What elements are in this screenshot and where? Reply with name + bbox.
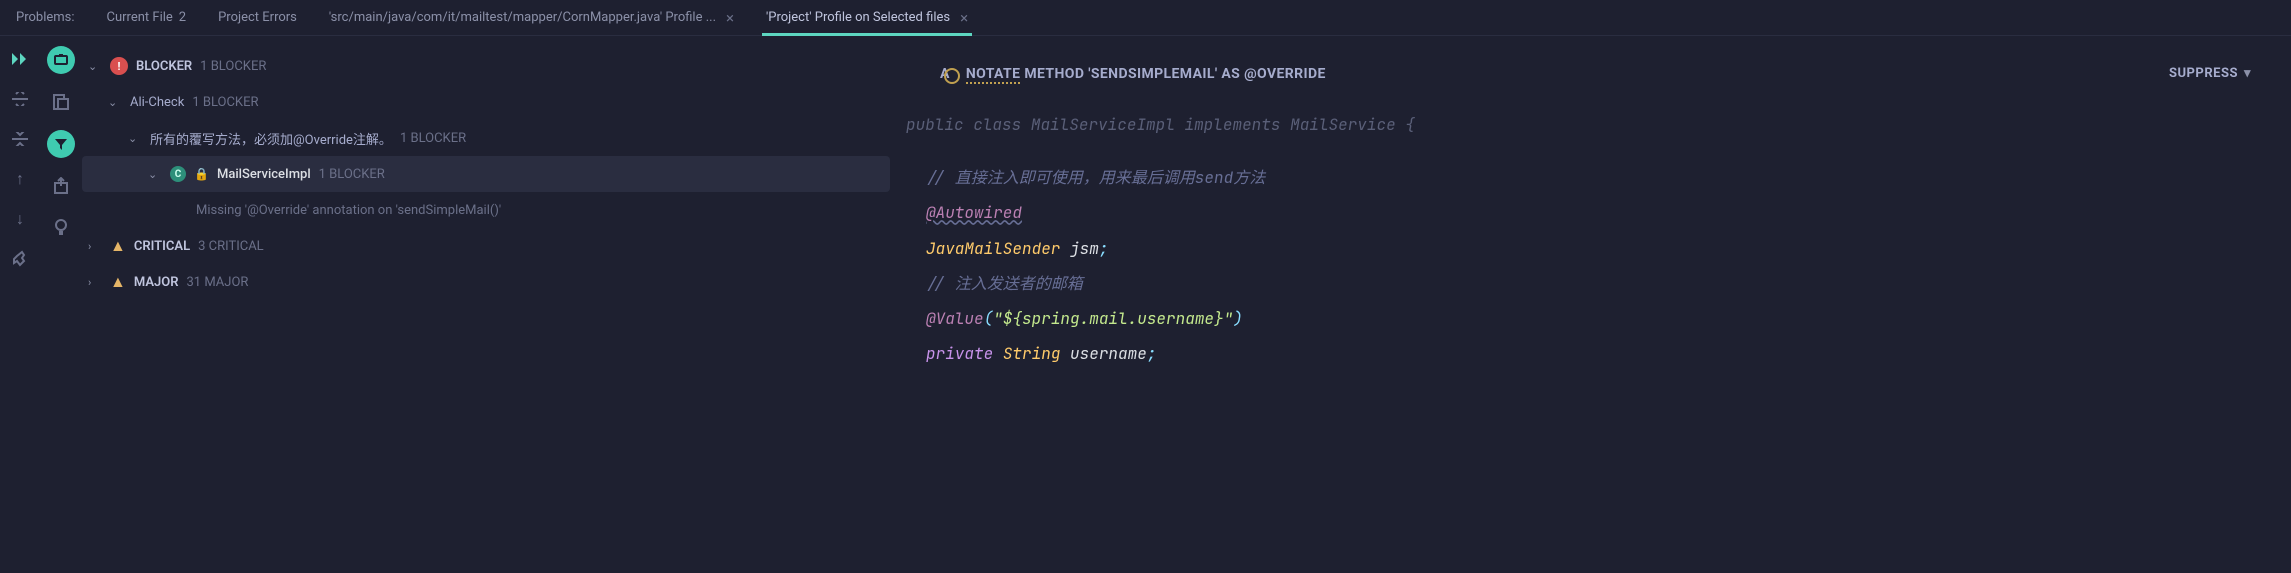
tree-node-critical[interactable]: › ▲ CRITICAL 3 CRITICAL	[82, 228, 890, 264]
tab-label: Problems:	[16, 10, 75, 25]
punct: ;	[1099, 238, 1109, 259]
suppress-button[interactable]: SUPPRESS	[2161, 62, 2259, 85]
filter-gutter	[40, 36, 82, 573]
node-label: CRITICAL	[134, 239, 190, 254]
close-icon[interactable]: ×	[960, 9, 968, 27]
punct: )	[1233, 308, 1243, 329]
chevron-right-icon: ›	[88, 240, 102, 253]
type: JavaMailSender	[926, 238, 1060, 259]
cls: MailServiceImpl	[1031, 114, 1175, 135]
file-tree-icon[interactable]	[47, 88, 75, 116]
node-count: 3 CRITICAL	[198, 239, 264, 254]
expand-all-icon[interactable]	[9, 88, 31, 110]
punct: ;	[1147, 343, 1157, 364]
export-icon[interactable]	[47, 172, 75, 200]
chevron-right-icon: ›	[88, 276, 102, 289]
node-label: 所有的覆写方法，必须加@Override注解。	[150, 129, 392, 148]
close-icon[interactable]: ×	[726, 9, 734, 27]
label-part: NOTATE	[966, 66, 1021, 82]
type: String	[1003, 343, 1061, 364]
annotation: @Autowired	[926, 202, 1022, 223]
critical-icon: ▲	[110, 236, 126, 256]
node-count: 31 MAJOR	[186, 275, 248, 290]
next-icon[interactable]: ↓	[9, 208, 31, 230]
identifier: username	[1060, 343, 1146, 364]
editor-panel: ANOTATE METHOD 'SENDSIMPLEMAIL' AS @OVER…	[890, 36, 2291, 573]
label-part: METHOD 'SENDSIMPLEMAIL' AS @OVERRIDE	[1024, 66, 1325, 82]
kw: class	[973, 114, 1021, 135]
chevron-down-icon: ⌄	[88, 60, 102, 73]
tree-node-alicheck[interactable]: ⌄ Ali-Check 1 BLOCKER	[82, 84, 890, 120]
settings-icon[interactable]	[9, 248, 31, 270]
node-count: 1 BLOCKER	[200, 59, 266, 74]
node-label: BLOCKER	[136, 59, 192, 74]
tree-leaf-issue[interactable]: Missing '@Override' annotation on 'sendS…	[82, 192, 890, 228]
button-label: SUPPRESS	[2169, 66, 2238, 81]
tree-node-rule[interactable]: ⌄ 所有的覆写方法，必须加@Override注解。 1 BLOCKER	[82, 120, 890, 156]
bulb-icon[interactable]	[47, 214, 75, 242]
chevron-down-icon: ⌄	[148, 168, 162, 181]
identifier: jsm	[1060, 238, 1098, 259]
keyword: private	[926, 343, 993, 364]
punct: (	[984, 308, 994, 329]
comment: // 直接注入即可使用，用来最后调用send方法	[926, 167, 1265, 188]
search-icon	[944, 68, 960, 84]
filter-icon[interactable]	[47, 130, 75, 158]
tree-node-blocker[interactable]: ⌄ ! BLOCKER 1 BLOCKER	[82, 48, 890, 84]
annotation: @Value	[926, 308, 984, 329]
class-icon: C	[170, 166, 186, 182]
lock-icon: 🔒	[194, 167, 209, 181]
kw: implements	[1184, 114, 1280, 135]
tab-problems[interactable]: Problems:	[12, 0, 79, 35]
string: "${spring.mail.username}"	[993, 308, 1233, 329]
cls: MailService {	[1290, 114, 1415, 135]
node-count: 1 BLOCKER	[192, 95, 258, 110]
node-label: MAJOR	[134, 275, 179, 290]
code-preview: public class MailServiceImpl implements …	[890, 107, 2291, 371]
rerun-icon[interactable]	[9, 48, 31, 70]
tab-project-errors[interactable]: Project Errors	[214, 0, 301, 35]
major-icon: ▲	[110, 272, 126, 292]
chevron-down-icon: ⌄	[128, 132, 142, 145]
action-gutter: ↑ ↓	[0, 36, 40, 573]
prev-icon[interactable]: ↑	[9, 168, 31, 190]
tree-node-major[interactable]: › ▲ MAJOR 31 MAJOR	[82, 264, 890, 300]
collapse-all-icon[interactable]	[9, 128, 31, 150]
chevron-down-icon: ⌄	[108, 96, 122, 109]
kw: public	[906, 114, 964, 135]
tab-label: 'Project' Profile on Selected files	[766, 10, 950, 25]
comment: // 注入发送者的邮箱	[926, 273, 1083, 294]
tab-profile-cornmapper[interactable]: 'src/main/java/com/it/mailtest/mapper/Co…	[325, 0, 738, 35]
blocker-icon: !	[110, 57, 128, 75]
node-label: MailServiceImpl	[217, 167, 311, 182]
issue-text: Missing '@Override' annotation on 'sendS…	[196, 203, 501, 218]
tab-count: 2	[179, 10, 186, 25]
node-count: 1 BLOCKER	[400, 131, 466, 146]
module-icon[interactable]	[47, 46, 75, 74]
tab-label: Current File	[107, 10, 173, 25]
tab-profile-project[interactable]: 'Project' Profile on Selected files ×	[762, 0, 972, 35]
quick-fix-label[interactable]: ANOTATE METHOD 'SENDSIMPLEMAIL' AS @OVER…	[940, 66, 1326, 82]
tab-label: 'src/main/java/com/it/mailtest/mapper/Co…	[329, 10, 716, 25]
tree-node-class[interactable]: ⌄ C 🔒 MailServiceImpl 1 BLOCKER	[82, 156, 890, 192]
inspection-tree: ⌄ ! BLOCKER 1 BLOCKER ⌄ Ali-Check 1 BLOC…	[82, 36, 890, 573]
node-count: 1 BLOCKER	[319, 167, 385, 182]
tab-label: Project Errors	[218, 10, 297, 25]
node-label: Ali-Check	[130, 95, 184, 110]
tab-current-file[interactable]: Current File 2	[103, 0, 191, 35]
